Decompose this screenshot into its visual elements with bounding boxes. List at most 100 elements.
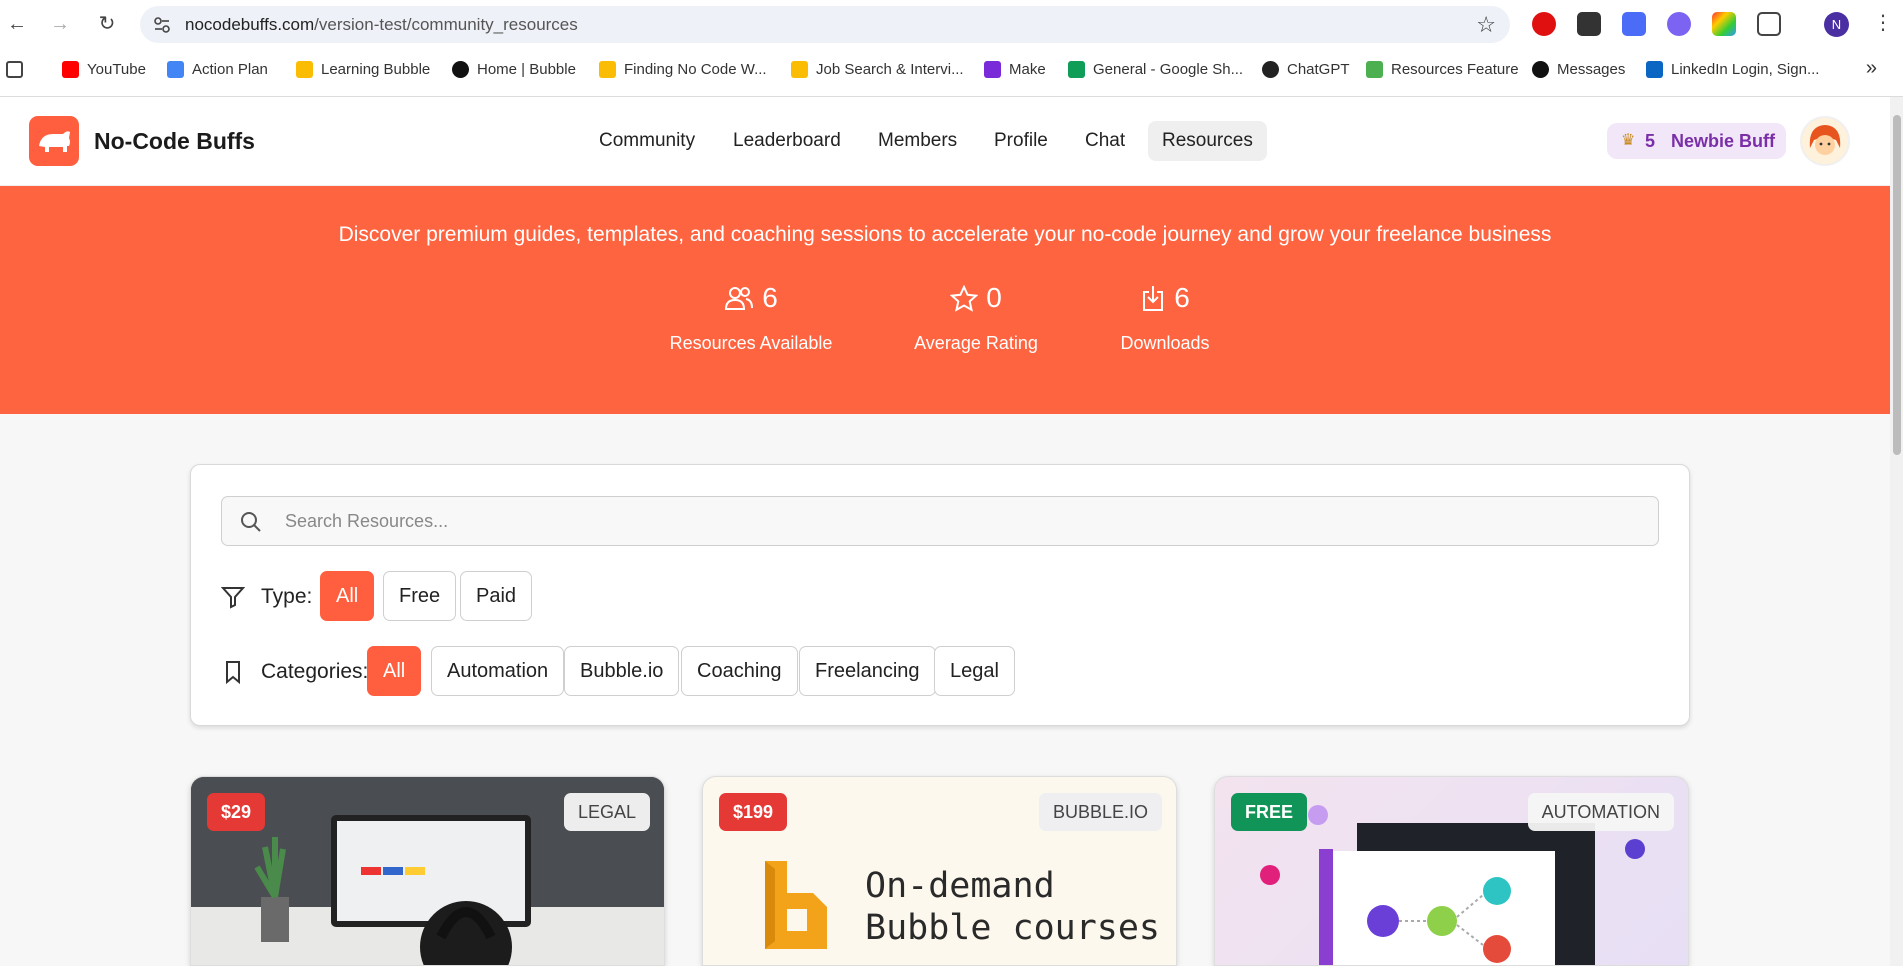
trophy-icon: ♛: [1621, 132, 1636, 149]
category-filter-row: Categories: All Automation Bubble.io Coa…: [221, 646, 1661, 696]
nav-leaderboard[interactable]: Leaderboard: [719, 121, 855, 161]
apps-grid-icon[interactable]: [6, 59, 23, 79]
browser-menu-icon[interactable]: ⋮: [1873, 10, 1893, 35]
category-chip-all[interactable]: All: [367, 646, 422, 696]
url-text: nocodebuffs.com/version-test/community_r…: [185, 15, 578, 34]
level-badge[interactable]: ♛ 5 Newbie Buff: [1607, 123, 1786, 159]
bookmark-youtube[interactable]: YouTube: [62, 59, 146, 79]
resource-card[interactable]: On-demand Bubble courses $199 BUBBLE.IO: [702, 776, 1177, 966]
logo-icon[interactable]: [29, 116, 79, 166]
back-icon[interactable]: ←: [4, 11, 30, 37]
filters-panel: Type: All Free Paid Categories: All Auto…: [190, 464, 1690, 726]
stat-label: Downloads: [1120, 333, 1210, 353]
nav-profile[interactable]: Profile: [980, 121, 1062, 161]
type-chip-all[interactable]: All: [320, 571, 375, 621]
category-chip-freelancing[interactable]: Freelancing: [799, 646, 936, 696]
nav-chat[interactable]: Chat: [1071, 121, 1139, 161]
youtube-icon: [62, 60, 79, 78]
stat-rating: 0 Average Rating: [905, 281, 1047, 354]
bookmark-action-plan[interactable]: Action Plan: [167, 59, 268, 79]
stat-resources: 6 Resources Available: [660, 281, 842, 354]
bookmark-learning-bubble[interactable]: Learning Bubble: [296, 59, 430, 79]
category-chip-coaching[interactable]: Coaching: [681, 646, 798, 696]
reload-icon[interactable]: ↻: [94, 11, 120, 37]
category-badge: AUTOMATION: [1527, 793, 1674, 831]
search-icon: [241, 512, 261, 532]
stat-value: 0: [986, 282, 1002, 313]
bookmark-icon: [226, 661, 240, 684]
users-icon: [725, 287, 754, 310]
badge-points: 5: [1645, 131, 1656, 151]
stat-label: Average Rating: [914, 333, 1038, 353]
category-badge: LEGAL: [563, 793, 650, 831]
scrollbar-thumb[interactable]: [1893, 115, 1901, 455]
bookmark-star-icon[interactable]: ☆: [1476, 12, 1496, 38]
search-input[interactable]: [285, 497, 1645, 545]
more-bookmarks-icon[interactable]: »: [1866, 57, 1877, 80]
docs-icon: [167, 60, 184, 78]
type-filter-row: Type: All Free Paid: [221, 571, 1661, 621]
hero-banner: Discover premium guides, templates, and …: [0, 186, 1890, 414]
nav-members[interactable]: Members: [864, 121, 971, 161]
resource-card[interactable]: FREE AUTOMATION: [1214, 776, 1689, 966]
drive-icon: [599, 60, 616, 78]
extension-icon[interactable]: [1667, 12, 1691, 36]
card-image-text: On-demand Bubble courses: [865, 866, 1161, 948]
resource-card[interactable]: $29 LEGAL: [190, 776, 665, 966]
extensions-puzzle-icon[interactable]: [1757, 12, 1781, 36]
bookmark-home-bubble[interactable]: Home | Bubble: [452, 59, 576, 79]
extension-icon[interactable]: [1577, 12, 1601, 36]
categories-label: Categories:: [261, 660, 369, 683]
category-badge: BUBBLE.IO: [1038, 793, 1162, 831]
page-scrollbar[interactable]: [1890, 97, 1903, 966]
site-settings-icon[interactable]: [152, 15, 172, 35]
stat-label: Resources Available: [669, 333, 833, 353]
chatgpt-icon: [1262, 60, 1279, 78]
bookmarks-bar: YouTube Action Plan Learning Bubble Home…: [0, 52, 1903, 86]
stat-value: 6: [762, 282, 778, 313]
puzzle-icon: [1366, 60, 1383, 78]
extension-icon[interactable]: [1712, 12, 1736, 36]
category-chip-automation[interactable]: Automation: [431, 646, 565, 696]
nav-community[interactable]: Community: [585, 121, 709, 161]
address-row: ← → ↻ nocodebuffs.com/version-test/commu…: [0, 0, 1903, 48]
app-header: No-Code Buffs Community Leaderboard Memb…: [0, 97, 1890, 186]
type-label: Type:: [261, 585, 313, 608]
browser-chrome: ← → ↻ nocodebuffs.com/version-test/commu…: [0, 0, 1903, 97]
brand-name[interactable]: No-Code Buffs: [94, 128, 255, 155]
upwork-icon: [1532, 60, 1549, 78]
category-chip-bubble[interactable]: Bubble.io: [564, 646, 680, 696]
extension-icon[interactable]: [1622, 12, 1646, 36]
download-icon: [1143, 286, 1164, 311]
type-chip-paid[interactable]: Paid: [460, 571, 533, 621]
price-badge: FREE: [1231, 793, 1308, 831]
bookmark-linkedin[interactable]: LinkedIn Login, Sign...: [1646, 59, 1819, 79]
badge-label: Newbie Buff: [1671, 131, 1776, 151]
address-bar[interactable]: nocodebuffs.com/version-test/community_r…: [140, 6, 1510, 43]
bookmark-make[interactable]: Make: [984, 59, 1046, 79]
forward-icon[interactable]: →: [47, 11, 73, 37]
drive-icon: [296, 60, 313, 78]
bookmark-resources-feature[interactable]: Resources Feature: [1366, 59, 1519, 79]
type-chip-free[interactable]: Free: [383, 571, 457, 621]
bookmark-job-search[interactable]: Job Search & Intervi...: [791, 59, 964, 79]
bookmark-general-sheet[interactable]: General - Google Sh...: [1068, 59, 1243, 79]
search-box[interactable]: [221, 496, 1659, 546]
drive-icon: [791, 60, 808, 78]
nav-resources[interactable]: Resources: [1148, 121, 1267, 161]
bookmark-chatgpt[interactable]: ChatGPT: [1262, 59, 1350, 79]
hero-subtitle: Discover premium guides, templates, and …: [338, 223, 1552, 246]
extension-opera-icon[interactable]: [1532, 12, 1556, 36]
price-badge: $199: [719, 793, 788, 831]
bookmark-finding-no-code[interactable]: Finding No Code W...: [599, 59, 767, 79]
price-badge: $29: [207, 793, 266, 831]
bookmark-messages[interactable]: Messages: [1532, 59, 1625, 79]
stat-value: 6: [1174, 282, 1190, 313]
category-chip-legal[interactable]: Legal: [934, 646, 1015, 696]
make-icon: [984, 60, 1001, 78]
linkedin-icon: [1646, 60, 1663, 78]
user-avatar[interactable]: [1800, 116, 1850, 166]
star-icon: [950, 284, 979, 312]
browser-profile-avatar[interactable]: N: [1824, 12, 1849, 37]
bubble-logo-icon: [765, 861, 827, 949]
